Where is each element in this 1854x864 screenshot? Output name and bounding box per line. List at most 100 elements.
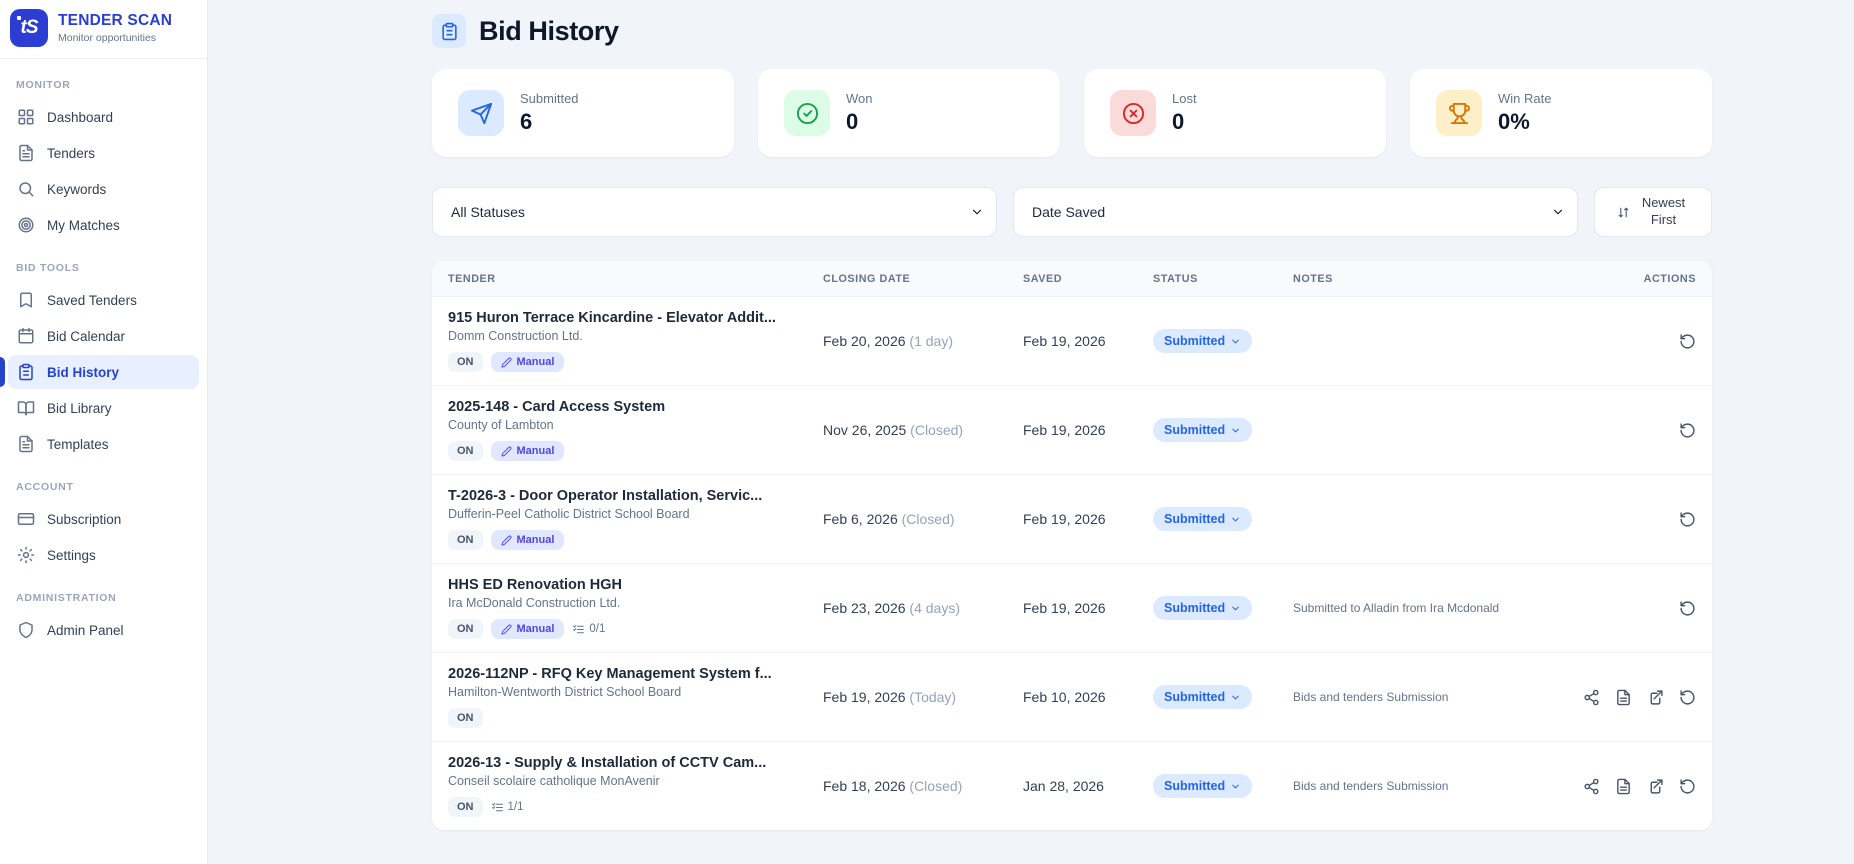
share-icon[interactable] (1583, 778, 1600, 795)
chevron-down-icon (1230, 336, 1241, 347)
status-dropdown[interactable]: Submitted (1153, 507, 1253, 531)
notes-text: Bids and tenders Submission (1293, 690, 1449, 704)
sidebar-item-label: My Matches (47, 217, 120, 233)
closing-date: Nov 26, 2025 (Closed) (823, 422, 964, 438)
sidebar-item-keywords[interactable]: Keywords (8, 172, 199, 206)
trophy-icon (1436, 90, 1482, 136)
row-actions (1526, 333, 1696, 350)
credit-card-icon (17, 510, 35, 528)
stat-card-win-rate: Win Rate 0% (1410, 69, 1712, 157)
document-icon (17, 435, 35, 453)
sidebar-item-saved-tenders[interactable]: Saved Tenders (8, 283, 199, 317)
stats-row: Submitted 6 Won 0 Lost 0 Win Rate 0% (432, 69, 1712, 157)
sidebar-item-label: Saved Tenders (47, 292, 137, 308)
closing-date: Feb 19, 2026 (Today) (823, 689, 957, 705)
status-cell: Submitted (1153, 685, 1293, 709)
sidebar-item-bid-calendar[interactable]: Bid Calendar (8, 319, 199, 353)
sidebar-item-admin-panel[interactable]: Admin Panel (8, 613, 199, 647)
main-content: Bid History Submitted 6 Won 0 Lost 0 Win Rate 0… (208, 0, 1854, 830)
tender-badges: ON Manual (448, 441, 823, 461)
brand-header: tS TENDER SCAN Monitor opportunities (0, 0, 207, 59)
sort-order-label: Newest First (1641, 195, 1686, 227)
stat-value: 0% (1498, 109, 1530, 134)
tender-organization: Hamilton-Wentworth District School Board (448, 685, 682, 699)
tender-badges: ON (448, 708, 823, 728)
sidebar-item-tenders[interactable]: Tenders (8, 136, 199, 170)
status-dropdown[interactable]: Submitted (1153, 685, 1253, 709)
external-link-icon[interactable] (1647, 778, 1664, 795)
tender-title[interactable]: HHS ED Renovation HGH (448, 577, 823, 593)
rotate-ccw-icon[interactable] (1679, 778, 1696, 795)
status-cell: Submitted (1153, 418, 1293, 442)
closing-date-note: (1 day) (909, 333, 953, 349)
status-filter: All Statuses (432, 187, 997, 237)
tender-title[interactable]: 2025-148 - Card Access System (448, 399, 823, 415)
sidebar-item-label: Bid Library (47, 400, 112, 416)
rotate-ccw-icon[interactable] (1679, 422, 1696, 439)
date-filter-select[interactable]: Date Saved (1013, 187, 1578, 237)
stat-card-lost: Lost 0 (1084, 69, 1386, 157)
table-row: 2026-112NP - RFQ Key Management System f… (432, 653, 1712, 742)
closing-date-note: (Closed) (910, 422, 964, 438)
rotate-ccw-icon[interactable] (1679, 511, 1696, 528)
sidebar-item-label: Settings (47, 547, 96, 563)
saved-date: Feb 19, 2026 (1023, 422, 1106, 438)
sidebar-item-bid-history[interactable]: Bid History (0, 355, 199, 389)
sidebar-item-dashboard[interactable]: Dashboard (8, 100, 199, 134)
gear-icon (17, 546, 35, 564)
page-header: Bid History (432, 14, 1712, 48)
chevron-down-icon (1230, 514, 1241, 525)
saved-date: Jan 28, 2026 (1023, 778, 1104, 794)
tender-title[interactable]: T-2026-3 - Door Operator Installation, S… (448, 488, 823, 504)
notes-text: Bids and tenders Submission (1293, 779, 1449, 793)
tender-title[interactable]: 2026-112NP - RFQ Key Management System f… (448, 666, 823, 682)
file-text-icon[interactable] (1615, 778, 1632, 795)
tender-cell: 2026-13 - Supply & Installation of CCTV … (448, 755, 823, 817)
dashboard-icon (17, 108, 35, 126)
col-header-actions: ACTIONS (1643, 272, 1696, 285)
closing-date: Feb 23, 2026 (4 days) (823, 600, 960, 616)
file-text-icon[interactable] (1615, 689, 1632, 706)
date-filter: Date Saved (1013, 187, 1578, 237)
closing-date-note: (Today) (909, 689, 957, 705)
status-dropdown[interactable]: Submitted (1153, 774, 1253, 798)
province-badge: ON (448, 708, 483, 728)
col-header-notes: NOTES (1293, 272, 1333, 285)
saved-date: Feb 19, 2026 (1023, 333, 1106, 349)
tender-organization: Ira McDonald Construction Ltd. (448, 596, 621, 610)
sidebar-item-label: Templates (47, 436, 109, 452)
sidebar-item-label: Admin Panel (47, 622, 124, 638)
rotate-ccw-icon[interactable] (1679, 689, 1696, 706)
tender-badges: ON Manual (448, 352, 823, 372)
sidebar-item-subscription[interactable]: Subscription (8, 502, 199, 536)
sidebar-item-bid-library[interactable]: Bid Library (8, 391, 199, 425)
nav-section-label: ACCOUNT (16, 481, 74, 493)
tender-cell: 915 Huron Terrace Kincardine - Elevator … (448, 310, 823, 372)
chevron-down-icon (1230, 425, 1241, 436)
stat-card-won: Won 0 (758, 69, 1060, 157)
share-icon[interactable] (1583, 689, 1600, 706)
sort-order-button[interactable]: Newest First (1594, 187, 1712, 237)
clipboard-icon (17, 363, 35, 381)
col-header-saved: SAVED (1023, 272, 1063, 285)
status-dropdown[interactable]: Submitted (1153, 596, 1253, 620)
rotate-ccw-icon[interactable] (1679, 333, 1696, 350)
sidebar-nav: MONITOR Dashboard Tenders Keywords My Matche… (0, 65, 207, 647)
saved-date: Feb 19, 2026 (1023, 511, 1106, 527)
sidebar-item-label: Dashboard (47, 109, 114, 125)
external-link-icon[interactable] (1647, 689, 1664, 706)
table-header-row: TENDER CLOSING DATE SAVED STATUS NOTES A… (432, 261, 1712, 297)
tender-title[interactable]: 2026-13 - Supply & Installation of CCTV … (448, 755, 823, 771)
tender-title[interactable]: 915 Huron Terrace Kincardine - Elevator … (448, 310, 823, 326)
sidebar-item-templates[interactable]: Templates (8, 427, 199, 461)
province-badge: ON (448, 352, 483, 372)
status-dropdown[interactable]: Submitted (1153, 418, 1253, 442)
sidebar-item-settings[interactable]: Settings (8, 538, 199, 572)
stat-label: Won (846, 91, 873, 106)
status-dropdown[interactable]: Submitted (1153, 329, 1253, 353)
status-filter-select[interactable]: All Statuses (432, 187, 997, 237)
sidebar-item-my-matches[interactable]: My Matches (8, 208, 199, 242)
tender-organization: Dufferin-Peel Catholic District School B… (448, 507, 690, 521)
rotate-ccw-icon[interactable] (1679, 600, 1696, 617)
send-icon (458, 90, 504, 136)
